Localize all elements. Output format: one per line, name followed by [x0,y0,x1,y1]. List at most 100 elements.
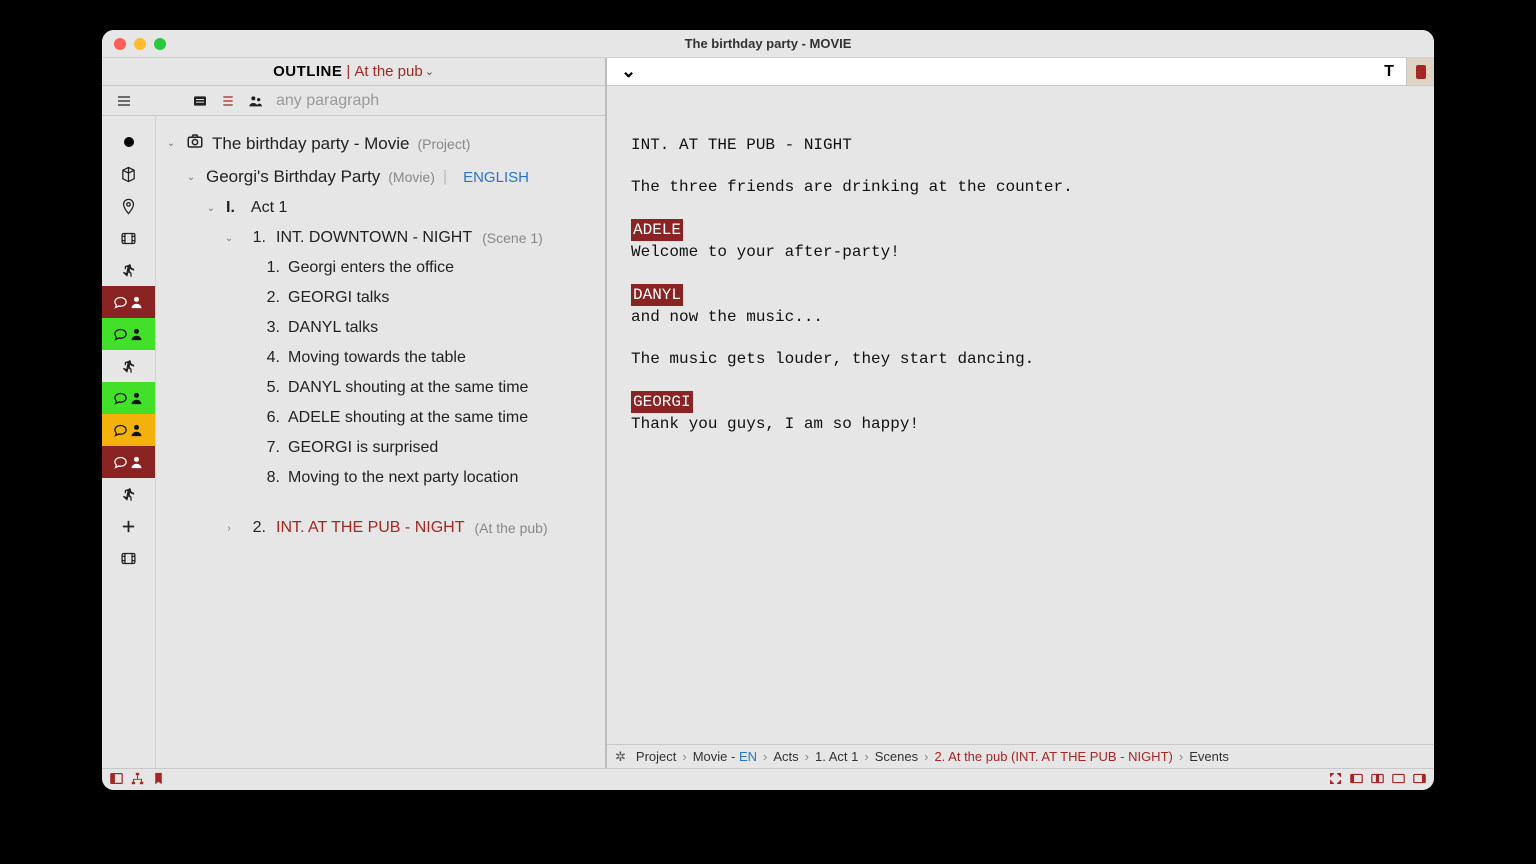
outline-body: The birthday party - Movie (Project) Geo… [102,116,605,768]
breadcrumb-events[interactable]: Events [1189,749,1229,764]
card-view-icon[interactable] [192,93,208,109]
gutter-bubble-icon[interactable] [102,382,155,414]
gutter-bubble-icon[interactable] [102,414,155,446]
fullscreen-icon[interactable] [1329,772,1342,788]
layout-4-icon[interactable] [1413,772,1426,788]
outline-separator: | [346,63,350,80]
character-name: DANYL [631,284,683,306]
panel-left-icon[interactable] [110,772,123,788]
dialogue-block: DANYLand now the music... [631,284,1410,329]
beat-text: GEORGI is surprised [288,439,438,457]
beat-row[interactable]: 3. DANYL talks [256,313,595,343]
beat-number: 3. [260,319,280,337]
beat-row[interactable]: 8.Moving to the next party location [256,463,595,493]
outline-context: At the pub [354,63,422,80]
beat-row[interactable]: 7.GEORGI is surprised [256,433,595,463]
breadcrumb-scenes[interactable]: Scenes [875,749,918,764]
bookmark-icon[interactable] [152,772,165,788]
dialogue-text: Thank you guys, I am so happy! [631,413,1410,435]
beat-row[interactable]: 5. DANYL shouting at the same time [256,373,595,403]
layout-3-icon[interactable] [1392,772,1405,788]
breadcrumb-scene[interactable]: 2. At the pub (INT. AT THE PUB - NIGHT) [934,749,1172,764]
beat-row[interactable]: 1.Georgi enters the office [256,253,595,283]
disclosure-triangle-icon[interactable] [204,203,218,214]
dialogue-text: Welcome to your after-party! [631,241,1410,263]
project-row[interactable]: The birthday party - Movie (Project) [160,126,595,161]
beat-row[interactable]: 2.GEORGI talks [256,283,595,313]
event-gutter [102,116,156,768]
gutter-runner-icon[interactable] [102,254,155,286]
breadcrumb-acts[interactable]: Acts [773,749,798,764]
beat-number: 5. [260,379,280,397]
sidebar-toggle-button[interactable] [1406,58,1434,85]
outline-header[interactable]: OUTLINE | At the pub ⌄ [102,58,605,86]
script-editor[interactable]: INT. AT THE PUB - NIGHTThe three friends… [607,86,1434,744]
layout-1-icon[interactable] [1350,772,1363,788]
dialogue-text: and now the music... [631,306,1410,328]
outline-tree: The birthday party - Movie (Project) Geo… [156,116,605,768]
gutter-pin-icon[interactable] [102,190,155,222]
character-name: ADELE [631,219,683,241]
gutter-runner-icon[interactable] [102,350,155,382]
layout-2-icon[interactable] [1371,772,1384,788]
chevron-down-icon[interactable]: ⌄ [425,65,434,78]
people-icon[interactable] [248,93,264,109]
script-panel: ⌄ T INT. AT THE PUB - NIGHTThe three fri… [607,58,1434,768]
menu-icon[interactable] [116,93,132,109]
disclosure-triangle-icon[interactable] [184,172,198,183]
breadcrumb-movie[interactable]: Movie - EN [693,749,757,764]
scene-row[interactable]: 1.INT. DOWNTOWN - NIGHT(Scene 1) [218,223,595,253]
project-title: The birthday party - Movie [212,134,409,154]
movie-title: Georgi's Birthday Party [206,167,380,187]
disclosure-triangle-icon[interactable] [222,523,236,534]
beat-number: 1. [260,259,280,277]
disclosure-triangle-icon[interactable] [164,138,178,149]
beat-number: 6. [260,409,280,427]
beat-row[interactable]: 6.ADELE shouting at the same time [256,403,595,433]
beat-text: Moving towards the table [288,349,466,367]
chevron-down-icon[interactable]: ⌄ [621,61,636,82]
gutter-film-icon[interactable] [102,222,155,254]
minimize-window-button[interactable] [134,38,146,50]
gutter-bubble-icon[interactable] [102,446,155,478]
footer-right [1329,772,1426,788]
scene-meta: (At the pub) [474,520,547,536]
gutter-dot-icon[interactable] [102,126,155,158]
breadcrumb: ✲ Project › Movie - EN › Acts › 1. Act 1… [607,744,1434,768]
outline-label: OUTLINE [273,63,342,80]
gutter-film-icon[interactable] [102,542,155,574]
project-meta: (Project) [417,136,470,152]
scene-row[interactable]: 2.INT. AT THE PUB - NIGHT(At the pub) [218,513,595,543]
breadcrumb-act[interactable]: 1. Act 1 [815,749,858,764]
gutter-plus-icon[interactable] [102,510,155,542]
search-input[interactable] [276,92,595,110]
disclosure-triangle-icon[interactable] [222,233,236,244]
movie-language[interactable]: ENGLISH [463,169,529,186]
gutter-runner-icon[interactable] [102,478,155,510]
chip-icon [1416,65,1426,79]
character-name: GEORGI [631,391,693,413]
slug-line: INT. AT THE PUB - NIGHT [631,134,1410,156]
close-window-button[interactable] [114,38,126,50]
breadcrumb-project[interactable]: Project [636,749,676,764]
scene-slug: INT. AT THE PUB - NIGHT [276,519,464,537]
gear-icon[interactable]: ✲ [615,749,626,765]
app-window: The birthday party - MOVIE OUTLINE | At … [102,30,1434,790]
gutter-cube-icon[interactable] [102,158,155,190]
action-line: The music gets louder, they start dancin… [631,348,1410,370]
script-toolbar: ⌄ T [607,58,1434,86]
beat-text: Moving to the next party location [288,469,518,487]
text-tool-button[interactable]: T [1372,58,1406,85]
beat-row[interactable]: 4. Moving towards the table [256,343,595,373]
camera-icon [186,132,204,155]
movie-row[interactable]: Georgi's Birthday Party (Movie) | ENGLIS… [180,161,595,193]
tree-icon[interactable] [131,772,144,788]
act-row[interactable]: I. Act 1 [200,193,595,223]
gutter-bubble-icon[interactable] [102,318,155,350]
beat-number: 4. [260,349,280,367]
gutter-bubble-icon[interactable] [102,286,155,318]
beat-text: DANYL talks [288,319,378,337]
maximize-window-button[interactable] [154,38,166,50]
beat-text: DANYL shouting at the same time [288,379,528,397]
list-view-icon[interactable] [220,93,236,109]
